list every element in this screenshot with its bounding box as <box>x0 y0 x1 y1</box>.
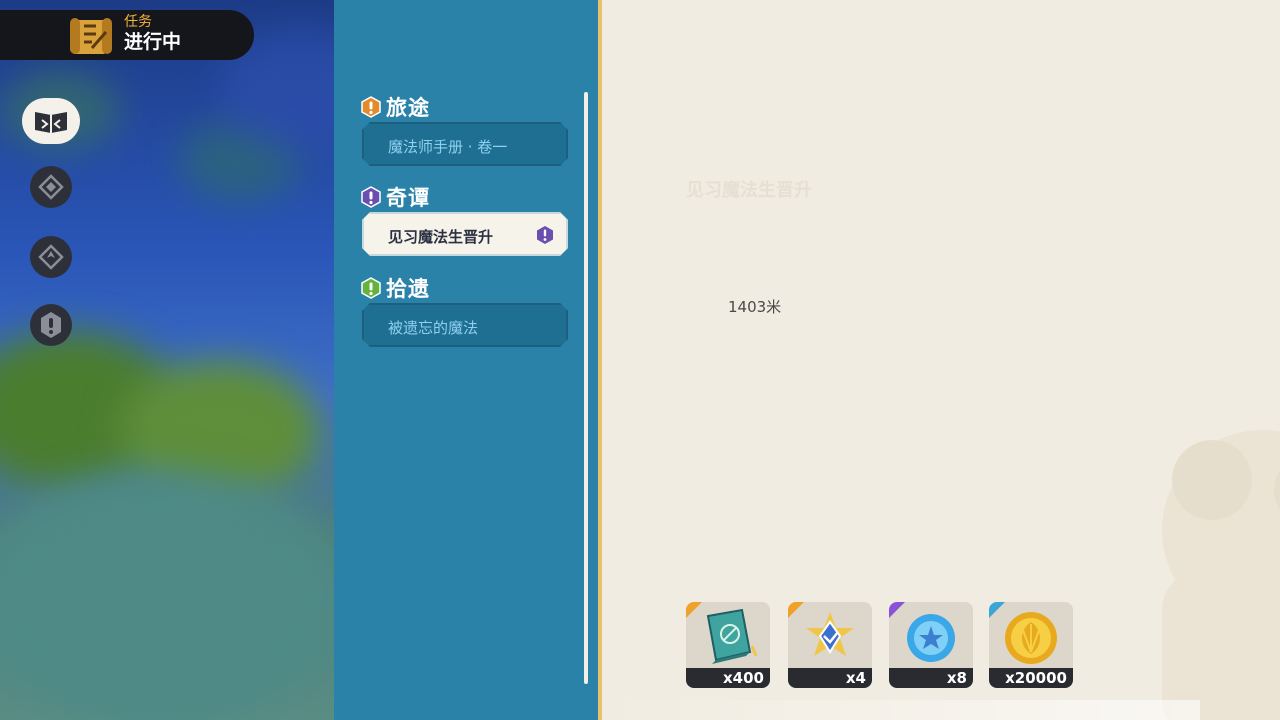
quest-list-scrollbar[interactable] <box>584 92 588 684</box>
nav-tab-category-3[interactable] <box>30 236 72 278</box>
quest-item-legend-selected[interactable]: 见习魔法生晋升 <box>362 212 568 256</box>
nav-tab-category-4[interactable] <box>30 304 72 346</box>
reward-item-spellbook[interactable]: x400 <box>686 602 770 688</box>
nav-tab-category-2[interactable] <box>30 166 72 208</box>
compass-diamond-icon <box>38 174 64 200</box>
open-book-icon <box>35 112 67 133</box>
reward-quantity: x20000 <box>989 668 1073 688</box>
compass-arrow-icon <box>38 244 64 270</box>
footer-fade <box>600 700 1200 720</box>
category-header-journey: 旅途 <box>360 92 430 122</box>
reward-quantity: x4 <box>788 668 872 688</box>
watermark-emblem-icon <box>1162 430 1280 720</box>
category-label: 旅途 <box>386 96 430 120</box>
header-title: 进行中 <box>124 31 182 53</box>
category-header-gleanings: 拾遗 <box>360 273 430 303</box>
quest-header: 任务 进行中 <box>0 10 254 60</box>
quest-alert-icon <box>536 225 554 245</box>
quest-label: 见习魔法生晋升 <box>388 228 494 246</box>
gold-coin-icon <box>1005 612 1057 664</box>
quest-label: 被遗忘的魔法 <box>388 319 479 337</box>
quest-distance: 1403米 <box>728 298 782 316</box>
reward-item-gold-coin[interactable]: x20000 <box>989 602 1073 688</box>
quest-item-gleanings[interactable]: 被遗忘的魔法 <box>362 303 568 347</box>
reward-quantity: x8 <box>889 668 973 688</box>
nav-tab-journal[interactable] <box>22 98 80 144</box>
quest-detail-panel: 见习魔法生晋升 1403米 x400 x4 x8 x20000 <box>602 0 1280 720</box>
journey-exclamation-icon <box>361 96 381 118</box>
scroll-icon <box>70 18 112 54</box>
quest-detail-title: 见习魔法生晋升 <box>686 180 812 201</box>
category-label: 奇谭 <box>386 186 430 210</box>
exclamation-icon <box>41 312 61 338</box>
header-subtitle: 任务 <box>124 14 152 30</box>
quest-label: 魔法师手册 · 卷一 <box>388 138 508 156</box>
reward-quantity: x400 <box>686 668 770 688</box>
star-crystal-icon <box>806 612 854 656</box>
legend-exclamation-icon <box>361 186 381 208</box>
category-header-legend: 奇谭 <box>360 182 430 212</box>
gleanings-exclamation-icon <box>361 277 381 299</box>
category-label: 拾遗 <box>386 277 430 301</box>
reward-item-blue-gem[interactable]: x8 <box>889 602 973 688</box>
blue-gem-icon <box>907 614 955 662</box>
spellbook-icon <box>706 608 758 664</box>
quest-item-journey[interactable]: 魔法师手册 · 卷一 <box>362 122 568 166</box>
reward-item-star-crystal[interactable]: x4 <box>788 602 872 688</box>
